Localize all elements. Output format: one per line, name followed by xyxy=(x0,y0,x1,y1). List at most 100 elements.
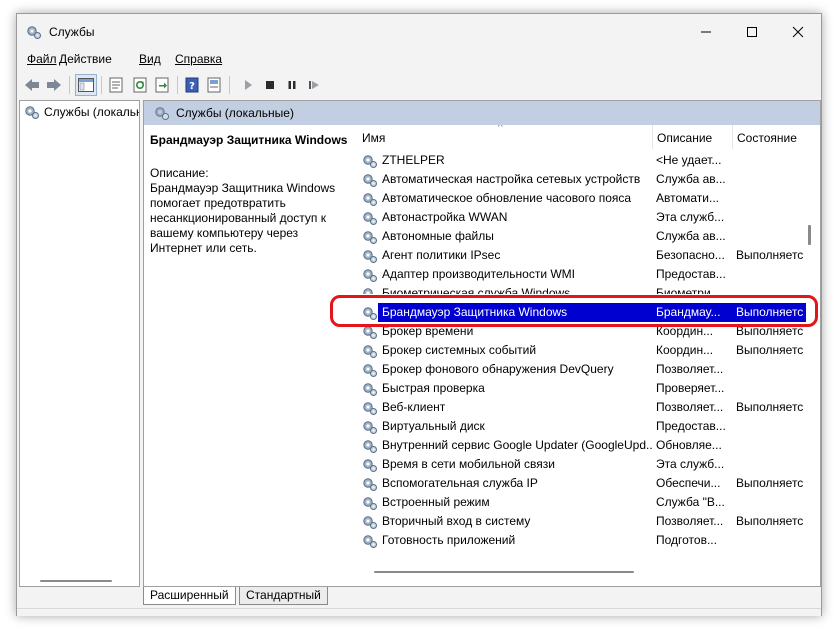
table-row[interactable]: Автоматическая настройка сетевых устройс… xyxy=(358,170,820,189)
arrow-right-icon xyxy=(47,79,61,91)
pane-header: Службы (локальные) xyxy=(144,101,820,125)
table-row[interactable]: Быстрая проверка Проверяет... xyxy=(358,379,820,398)
tree-horizontal-scrollbar[interactable] xyxy=(20,575,139,586)
menu-help[interactable]: Справка xyxy=(175,52,222,66)
menu-view[interactable]: Вид xyxy=(139,52,161,66)
stop-service-button[interactable] xyxy=(259,74,281,96)
table-row[interactable]: Внутренний сервис Google Updater (Google… xyxy=(358,436,820,455)
service-description: Предостав... xyxy=(656,419,726,433)
menu-bar: Файл Действие Вид Справка xyxy=(17,50,821,70)
service-description: Предостав... xyxy=(656,267,726,281)
table-row[interactable]: Агент политики IPsec Безопасно... Выполняе… xyxy=(358,246,820,265)
service-name: ZTHELPER xyxy=(382,153,445,167)
services-pane: Службы (локальные) Брандмауэр Защитника … xyxy=(143,100,821,587)
table-row[interactable]: Время в сети мобильной связи Эта служб... xyxy=(358,455,820,474)
restart-icon xyxy=(309,81,319,89)
help-icon: ? xyxy=(185,77,199,93)
service-gear-icon xyxy=(363,269,377,282)
column-header-name[interactable]: Имя xyxy=(358,125,652,149)
service-gear-icon xyxy=(363,497,377,510)
close-button[interactable] xyxy=(775,14,821,50)
vertical-scrollbar[interactable] xyxy=(806,225,812,245)
properties-icon xyxy=(109,77,123,93)
mmc-view-icon xyxy=(207,77,221,93)
forward-button[interactable] xyxy=(43,74,65,96)
table-row[interactable]: Виртуальный диск Предостав... xyxy=(358,417,820,436)
properties-button[interactable] xyxy=(105,74,127,96)
pane-header-title: Службы (локальные) xyxy=(176,106,294,120)
table-row[interactable]: Вторичный вход в систему Позволяет... Выпо… xyxy=(358,512,820,531)
table-row[interactable]: Встроенный режим Служба "В... xyxy=(358,493,820,512)
service-name: Брокер времени xyxy=(382,324,474,338)
table-row[interactable]: Брокер системных событий Координ... Выполн… xyxy=(358,341,820,360)
back-button[interactable] xyxy=(21,74,43,96)
refresh-button[interactable] xyxy=(129,74,151,96)
horizontal-scrollbar[interactable] xyxy=(358,567,806,577)
table-row[interactable]: Биометрическая служба Windows Биометри... xyxy=(358,284,820,294)
tab-extended[interactable]: Расширенный xyxy=(143,587,236,605)
table-row[interactable]: Брокер фонового обнаружения DevQuery Позв… xyxy=(358,360,820,379)
column-header-state[interactable]: Состояние xyxy=(732,125,820,149)
maximize-button[interactable] xyxy=(729,14,775,50)
toolbar-separator xyxy=(177,76,178,94)
console-tree: Службы (локальн xyxy=(19,100,140,587)
column-header-description[interactable]: Описание xyxy=(652,125,732,149)
menu-file[interactable]: Файл xyxy=(27,52,57,66)
table-row[interactable]: Автоматическое обновление часового пояса… xyxy=(358,189,820,208)
table-row[interactable]: Брокер времени Координ... Выполняетс xyxy=(358,322,820,341)
scrollbar-thumb[interactable] xyxy=(808,225,811,245)
table-row[interactable]: Автонастройка WWAN Эта служб... xyxy=(358,208,820,227)
service-name: Автономные файлы xyxy=(382,229,494,243)
service-description: Координ... xyxy=(656,324,714,338)
close-icon xyxy=(792,26,804,38)
service-gear-icon xyxy=(363,383,377,396)
table-row[interactable]: Вспомогательная служба IP Обеспечи... Выпо… xyxy=(358,474,820,493)
help-button[interactable]: ? xyxy=(181,74,203,96)
service-state: Выполняетс xyxy=(736,400,804,414)
service-description: Обновляе... xyxy=(656,438,722,452)
description-label: Описание: xyxy=(150,166,209,180)
table-row[interactable]: Готовность приложений Подготов... xyxy=(358,531,820,550)
service-gear-icon xyxy=(363,421,377,434)
service-gear-icon xyxy=(363,155,377,168)
refresh-icon xyxy=(133,77,147,93)
service-description: Позволяет... xyxy=(656,400,724,414)
scrollbar-thumb[interactable] xyxy=(374,571,634,573)
pause-service-button[interactable] xyxy=(281,74,303,96)
service-description: Обеспечи... xyxy=(656,476,721,490)
scrollbar-thumb[interactable] xyxy=(40,580,112,582)
gears-icon xyxy=(155,107,169,120)
menu-action[interactable]: Действие xyxy=(59,52,112,66)
tree-item-services-local[interactable]: Службы (локальн xyxy=(24,104,139,120)
services-list: ^ Имя Описание Состояние ZTHELPER <Не уда… xyxy=(358,125,820,565)
mmc-view-button[interactable] xyxy=(203,74,225,96)
export-list-button[interactable] xyxy=(151,74,173,96)
service-name: Встроенный режим xyxy=(382,495,490,509)
gears-icon xyxy=(25,106,39,119)
tab-standard[interactable]: Стандартный xyxy=(239,587,328,605)
maximize-icon xyxy=(747,27,757,37)
toolbar-separator xyxy=(69,76,70,94)
service-description: Брандмау... xyxy=(656,305,721,319)
service-gear-icon xyxy=(363,193,377,206)
title-bar[interactable]: Службы xyxy=(17,14,821,50)
pause-icon xyxy=(288,81,296,89)
minimize-button[interactable] xyxy=(683,14,729,50)
minimize-icon xyxy=(701,31,711,33)
table-row[interactable]: ZTHELPER <Не удает... xyxy=(358,151,820,170)
play-icon xyxy=(245,80,252,90)
table-row[interactable]: Адаптер производительности WMI Предостав.… xyxy=(358,265,820,284)
restart-service-button[interactable] xyxy=(303,74,325,96)
show-console-tree-button[interactable] xyxy=(75,74,97,96)
service-description: Автомати... xyxy=(656,191,720,205)
stop-icon xyxy=(266,81,274,89)
status-bar xyxy=(17,608,821,616)
service-description: Позволяет... xyxy=(656,514,724,528)
table-row[interactable]: Брандмауэр Защитника Windows Брандмау... В… xyxy=(358,303,820,322)
table-row[interactable]: Автономные файлы Служба ав... xyxy=(358,227,820,246)
service-description-panel: Брандмауэр Защитника Windows Описание: Б… xyxy=(150,133,350,256)
start-service-button[interactable] xyxy=(237,74,259,96)
service-name: Брокер системных событий xyxy=(382,343,537,357)
table-row[interactable]: Веб-клиент Позволяет... Выполняетс xyxy=(358,398,820,417)
service-description: Биометри... xyxy=(656,286,721,294)
